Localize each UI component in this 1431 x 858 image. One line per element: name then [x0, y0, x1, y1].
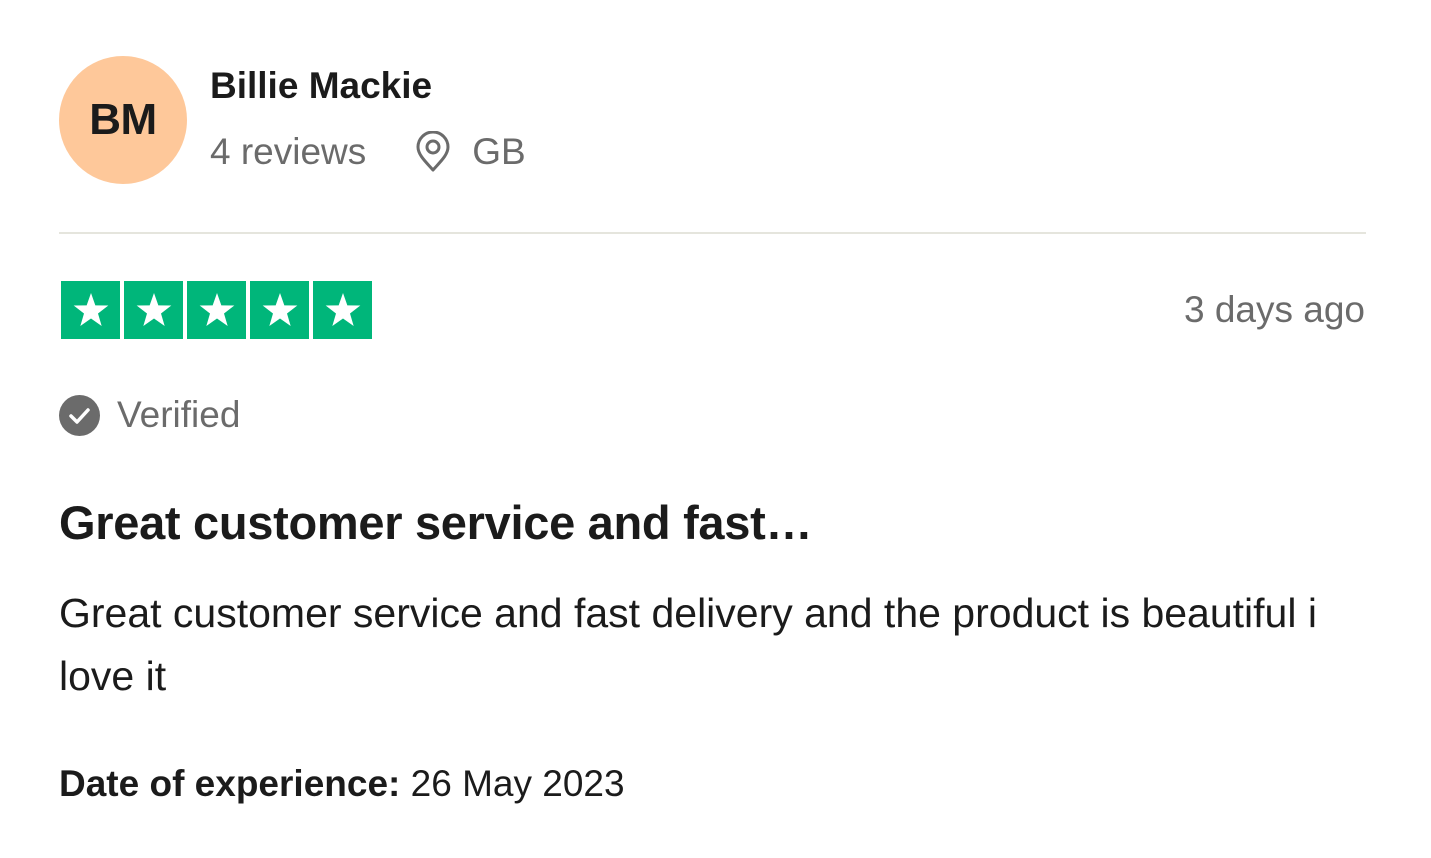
- star-icon: [73, 293, 108, 326]
- star-icon: [262, 293, 297, 326]
- divider: [59, 232, 1366, 234]
- verified-label: Verified: [117, 394, 241, 435]
- experience-date: 26 May 2023: [410, 763, 625, 804]
- review-title[interactable]: Great customer service and fast…: [59, 494, 812, 552]
- review-card: BM Billie Mackie 4 reviews GB 3 days ago…: [0, 0, 1431, 858]
- review-date-relative: 3 days ago: [1183, 289, 1365, 330]
- star-2: [124, 281, 183, 339]
- verified-badge[interactable]: Verified: [59, 391, 240, 439]
- avatar[interactable]: BM: [59, 56, 187, 184]
- date-of-experience: Date of experience: 26 May 2023: [59, 760, 625, 808]
- review-count: 4 reviews: [210, 131, 367, 172]
- star-rating: [61, 281, 372, 339]
- star-icon: [325, 293, 360, 326]
- check-circle-icon: [59, 394, 100, 436]
- star-3: [187, 281, 246, 339]
- experience-label: Date of experience:: [59, 763, 401, 804]
- review-body: Great customer service and fast delivery…: [59, 590, 1317, 699]
- reviewer-meta: 4 reviews GB: [210, 128, 526, 176]
- star-icon: [199, 293, 234, 326]
- star-icon: [136, 293, 171, 326]
- star-4: [250, 281, 309, 339]
- reviewer-country: GB: [472, 131, 526, 172]
- star-1: [61, 281, 120, 339]
- star-5: [313, 281, 372, 339]
- location-pin-icon: [414, 130, 452, 173]
- reviewer-name[interactable]: Billie Mackie: [210, 63, 432, 109]
